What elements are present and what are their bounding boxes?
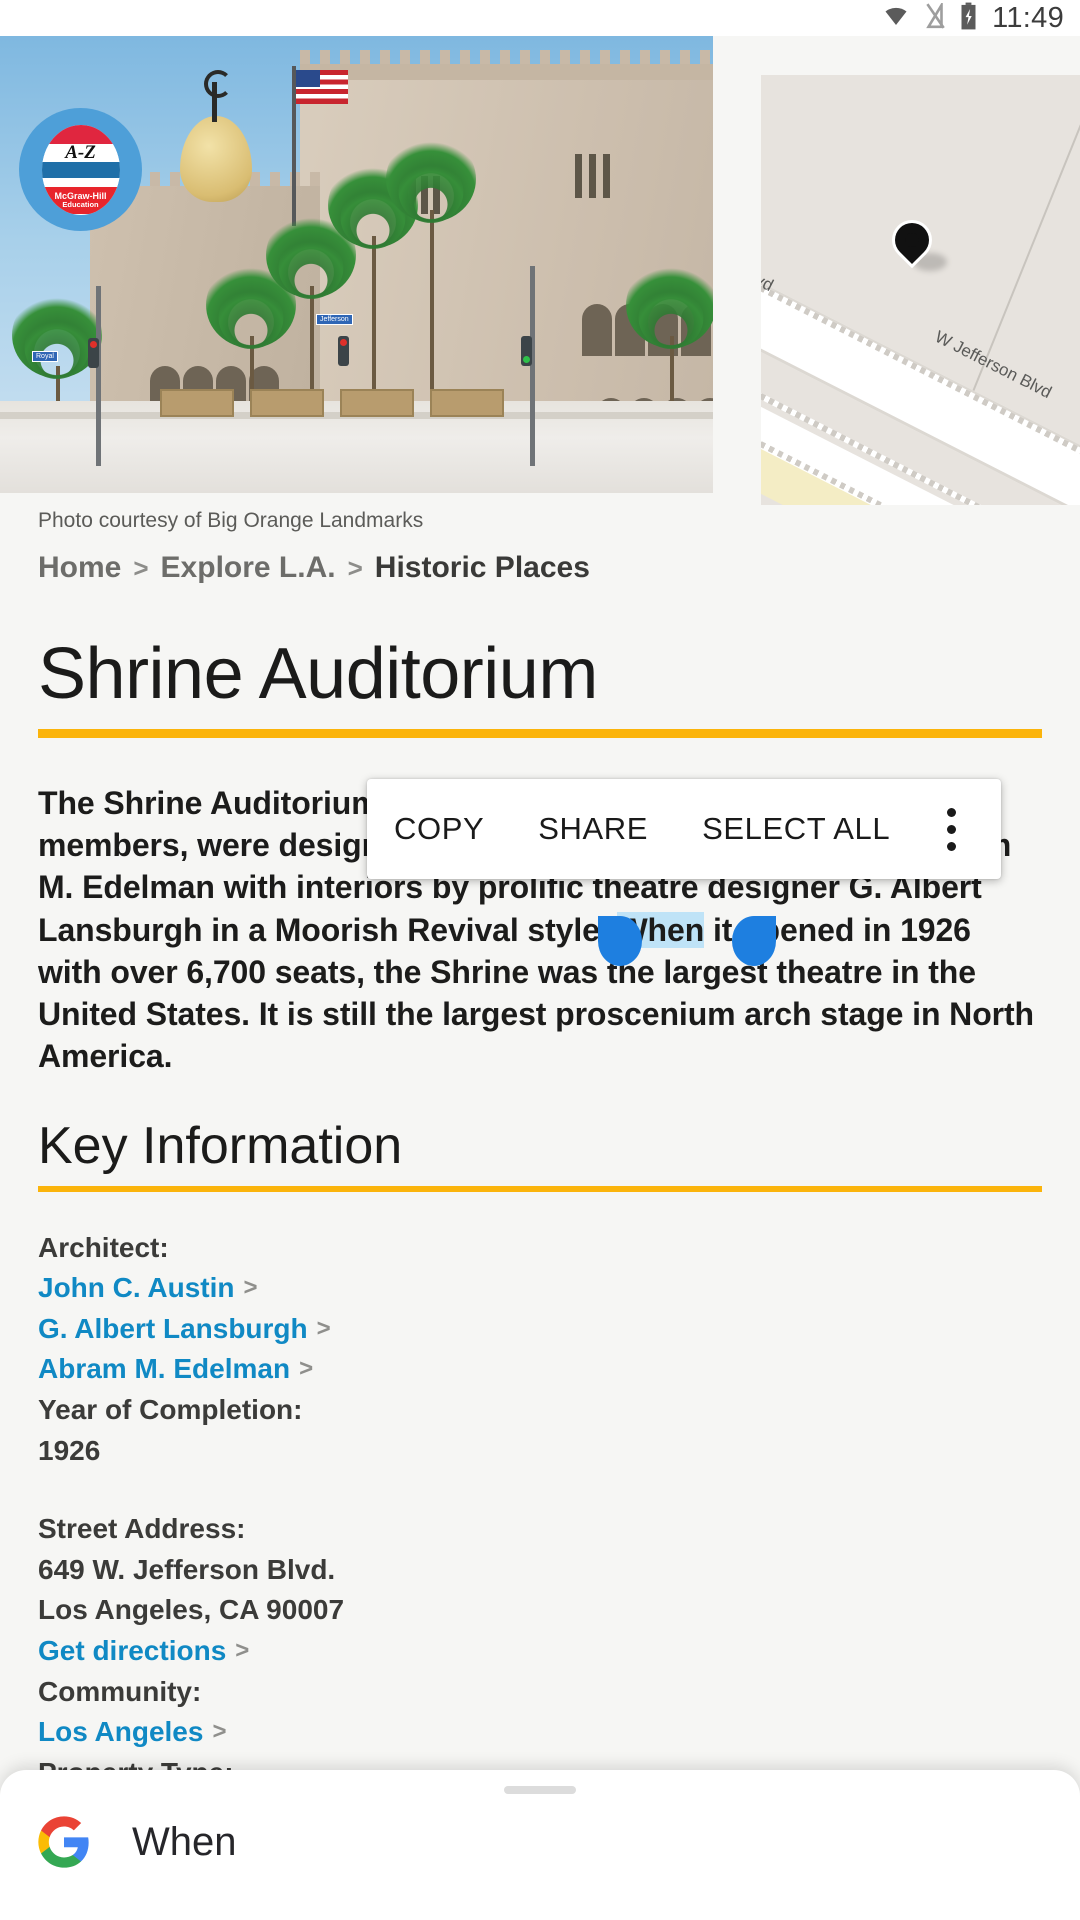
window-slit xyxy=(603,154,610,198)
link-label: G. Albert Lansburgh xyxy=(38,1312,308,1344)
street-barrier xyxy=(430,389,504,417)
crescent-spire xyxy=(204,70,232,122)
window-slit xyxy=(575,154,582,198)
link-architect-g-albert-lansburgh[interactable]: G. Albert Lansburgh > xyxy=(38,1309,1042,1350)
logo-brand-line2: Education xyxy=(62,200,99,210)
bottom-sheet-row[interactable]: When xyxy=(0,1814,1080,1870)
selection-handle-start[interactable] xyxy=(598,916,642,966)
key-information-underline-rule xyxy=(38,1185,1042,1192)
link-label: Los Angeles xyxy=(38,1716,204,1748)
selection-handle-end[interactable] xyxy=(732,916,776,966)
link-get-directions[interactable]: Get directions > xyxy=(38,1631,1042,1672)
mcgraw-hill-az-logo: A-Z McGraw-Hill Education xyxy=(19,108,142,231)
chevron-right-icon: > xyxy=(243,1274,258,1302)
status-bar: 11:49 xyxy=(0,0,1080,36)
battery-charging-icon xyxy=(959,2,978,35)
more-options-icon[interactable] xyxy=(923,807,979,851)
key-information-heading: Key Information xyxy=(38,1116,403,1175)
status-bar-clock: 11:49 xyxy=(992,1,1064,34)
hero-photo[interactable]: Jefferson Royal A-Z McGraw-Hill Educatio… xyxy=(0,36,713,493)
breadcrumb: Home > Explore L.A. > Historic Places xyxy=(0,533,1080,585)
link-label: Get directions xyxy=(38,1634,227,1666)
street-barrier xyxy=(340,389,414,417)
street-barrier xyxy=(250,389,324,417)
breadcrumb-separator: > xyxy=(347,553,363,583)
breadcrumb-home[interactable]: Home xyxy=(38,551,121,585)
breadcrumb-explore-la[interactable]: Explore L.A. xyxy=(161,551,336,585)
copy-button[interactable]: COPY xyxy=(367,811,511,847)
field-label-street-address: Street Address: xyxy=(38,1513,246,1545)
select-all-button[interactable]: SELECT ALL xyxy=(675,811,917,847)
window-slit xyxy=(589,154,596,198)
chevron-right-icon: > xyxy=(299,1355,314,1383)
signal-off-icon xyxy=(923,0,947,34)
chevron-right-icon: > xyxy=(316,1314,331,1342)
text-selection-menu: COPY SHARE SELECT ALL xyxy=(367,779,1001,879)
breadcrumb-current: Historic Places xyxy=(374,551,590,584)
title-underline-rule xyxy=(38,729,1042,738)
field-value-year-of-completion: 1926 xyxy=(38,1434,101,1466)
google-search-bottom-sheet[interactable]: When xyxy=(0,1770,1080,1920)
google-g-icon xyxy=(36,1814,92,1870)
article-content: Photo courtesy of Big Orange Landmarks H… xyxy=(0,499,1080,1915)
traffic-light xyxy=(338,336,349,366)
bottom-sheet-drag-handle[interactable] xyxy=(504,1786,576,1794)
street-barrier xyxy=(160,389,234,417)
us-flag xyxy=(296,70,348,104)
traffic-light xyxy=(88,338,99,368)
link-label: John C. Austin xyxy=(38,1272,235,1304)
field-value-street-line1: 649 W. Jefferson Blvd. xyxy=(38,1553,336,1585)
street-sign: Jefferson xyxy=(316,314,353,325)
wifi-icon xyxy=(881,4,911,33)
light-pole xyxy=(530,266,535,466)
street-sign: Royal xyxy=(32,351,58,362)
chevron-right-icon: > xyxy=(212,1718,227,1746)
hero-media-row: Jefferson Royal A-Z McGraw-Hill Educatio… xyxy=(0,36,1080,505)
field-value-street-line2: Los Angeles, CA 90007 xyxy=(38,1594,345,1626)
search-query-text: When xyxy=(132,1819,237,1864)
traffic-light xyxy=(521,336,532,366)
link-community-los-angeles[interactable]: Los Angeles > xyxy=(38,1712,1042,1753)
logo-az-text: A-Z xyxy=(65,142,96,164)
link-architect-john-c-austin[interactable]: John C. Austin > xyxy=(38,1268,1042,1309)
field-label-community: Community: xyxy=(38,1675,202,1707)
location-map-thumbnail[interactable]: vd W Jefferson Blvd xyxy=(761,75,1080,505)
link-label: Abram M. Edelman xyxy=(38,1353,291,1385)
share-button[interactable]: SHARE xyxy=(511,811,675,847)
field-label-year-of-completion: Year of Completion: xyxy=(38,1394,303,1426)
field-label-architect: Architect: xyxy=(38,1231,169,1263)
app-screen: 11:49 Jefferson Royal A-Z McGraw-Hill Ed… xyxy=(0,0,1080,1920)
page-title: Shrine Auditorium xyxy=(38,634,598,714)
breadcrumb-separator: > xyxy=(133,553,149,583)
field-spacer xyxy=(38,1471,1042,1509)
photo-credit: Photo courtesy of Big Orange Landmarks xyxy=(38,509,424,532)
link-architect-abram-m-edelman[interactable]: Abram M. Edelman > xyxy=(38,1349,1042,1390)
light-pole xyxy=(96,286,101,466)
chevron-right-icon: > xyxy=(235,1636,250,1664)
